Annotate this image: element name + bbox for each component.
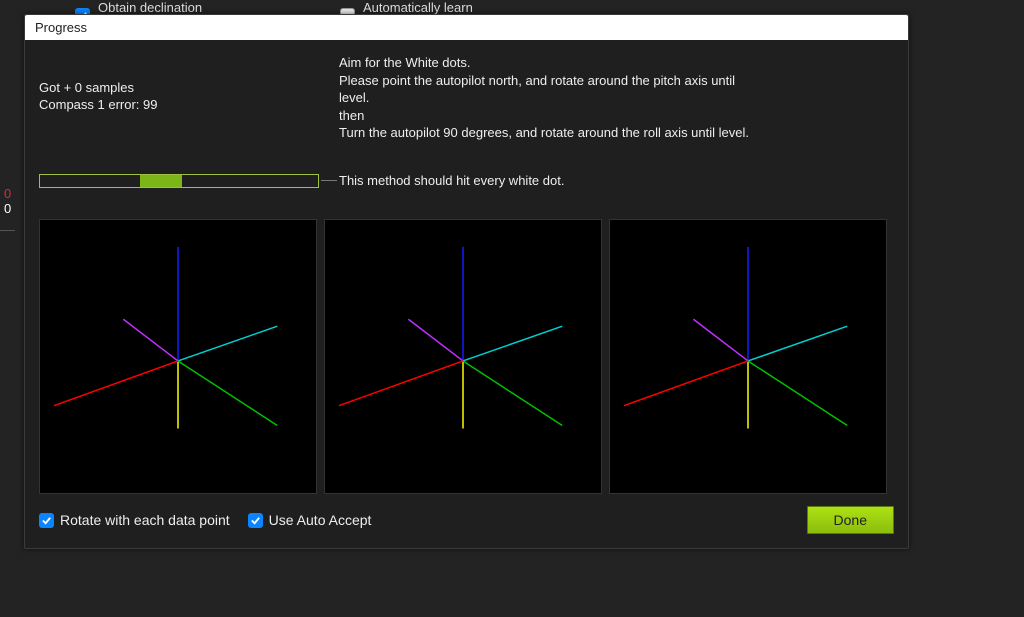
rotate-checkbox-label: Rotate with each data point [60,512,230,528]
rotate-checkbox-row[interactable]: Rotate with each data point [39,512,230,528]
status-text: Got + 0 samples Compass 1 error: 99 [39,80,319,114]
autoaccept-checkbox-row[interactable]: Use Auto Accept [248,512,372,528]
instructions-text: Aim for the White dots. Please point the… [339,54,759,142]
bg-divider [0,230,15,231]
rotate-checkbox[interactable] [39,513,54,528]
autoaccept-checkbox[interactable] [248,513,263,528]
compass-panel-1 [39,219,317,494]
progress-connector [321,180,337,181]
bg-left-numbers: 0 0 [4,186,11,216]
done-button[interactable]: Done [807,506,894,534]
dialog-title: Progress [25,15,908,40]
progress-dialog: Progress Got + 0 samples Compass 1 error… [24,14,909,549]
progress-fill [140,175,182,187]
autoaccept-checkbox-label: Use Auto Accept [269,512,372,528]
compass-panel-2 [324,219,602,494]
compass-panel-3 [609,219,887,494]
instructions-last: This method should hit every white dot. [339,172,564,190]
progress-bar [39,174,319,188]
